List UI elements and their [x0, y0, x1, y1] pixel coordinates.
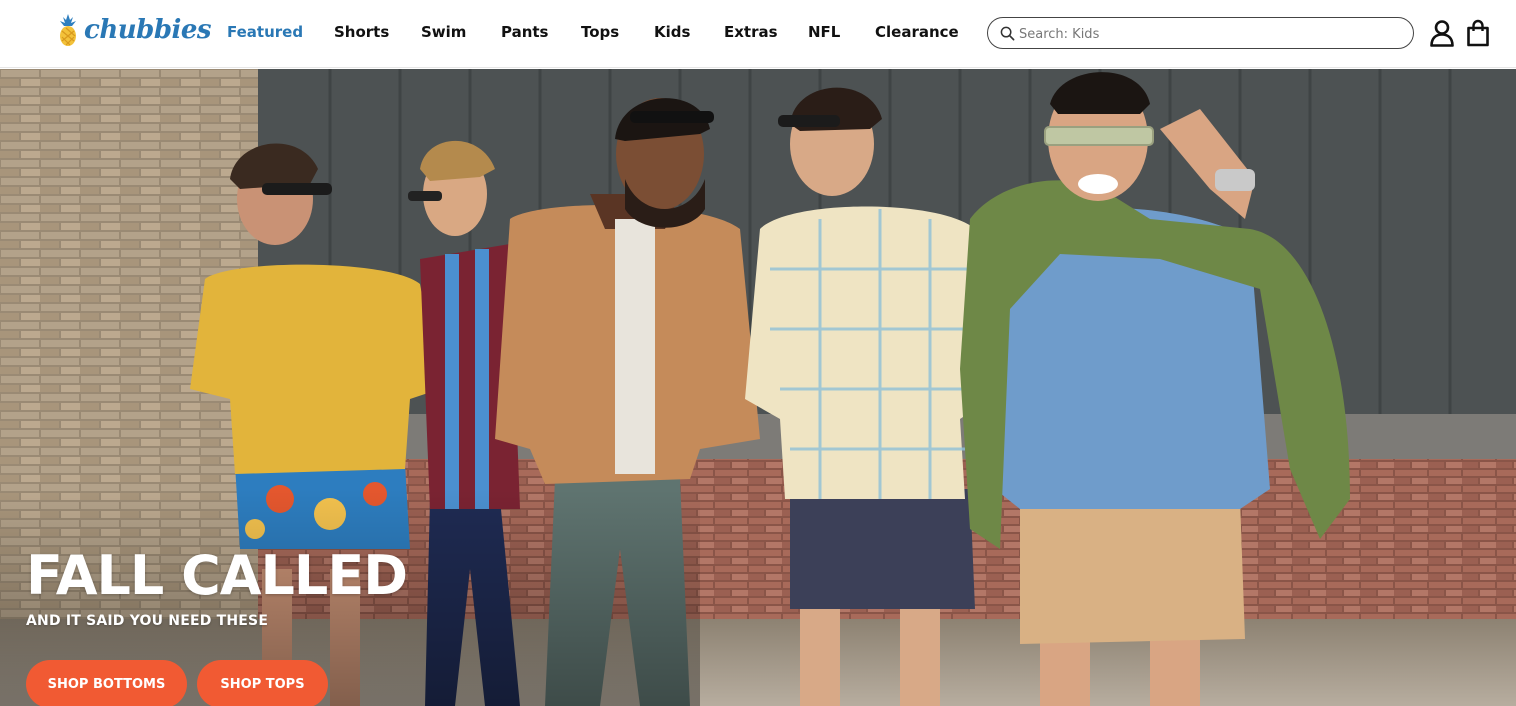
- brand-wordmark: chubbies: [84, 15, 212, 45]
- shop-tops-button[interactable]: SHOP TOPS: [197, 660, 328, 706]
- nav-item-shorts[interactable]: Shorts: [334, 20, 389, 44]
- hero-photo: [0, 69, 1516, 706]
- nav-item-nfl[interactable]: NFL: [808, 20, 840, 44]
- nav-item-clearance[interactable]: Clearance: [875, 20, 959, 44]
- nav-item-featured[interactable]: Featured: [227, 20, 303, 44]
- shopping-bag-icon[interactable]: [1465, 19, 1491, 47]
- account-icon[interactable]: [1429, 19, 1455, 47]
- search-input[interactable]: [1019, 23, 1399, 45]
- hero-headline: FALL CALLED: [26, 544, 408, 607]
- site-header: chubbies Featured Shorts Swim Pants Tops…: [0, 0, 1516, 68]
- brand-logo[interactable]: chubbies: [56, 12, 212, 48]
- nav-item-swim[interactable]: Swim: [421, 20, 466, 44]
- shop-bottoms-button[interactable]: SHOP BOTTOMS: [26, 660, 187, 706]
- hero-subline: AND IT SAID YOU NEED THESE: [26, 613, 269, 629]
- nav-item-pants[interactable]: Pants: [501, 20, 549, 44]
- search-icon: [1000, 26, 1015, 41]
- search-bar[interactable]: [987, 17, 1414, 49]
- hero-banner: FALL CALLED AND IT SAID YOU NEED THESE S…: [0, 69, 1516, 706]
- nav-item-extras[interactable]: Extras: [724, 20, 778, 44]
- nav-item-tops[interactable]: Tops: [581, 20, 619, 44]
- pineapple-logo-icon: [60, 14, 76, 46]
- nav-item-kids[interactable]: Kids: [654, 20, 690, 44]
